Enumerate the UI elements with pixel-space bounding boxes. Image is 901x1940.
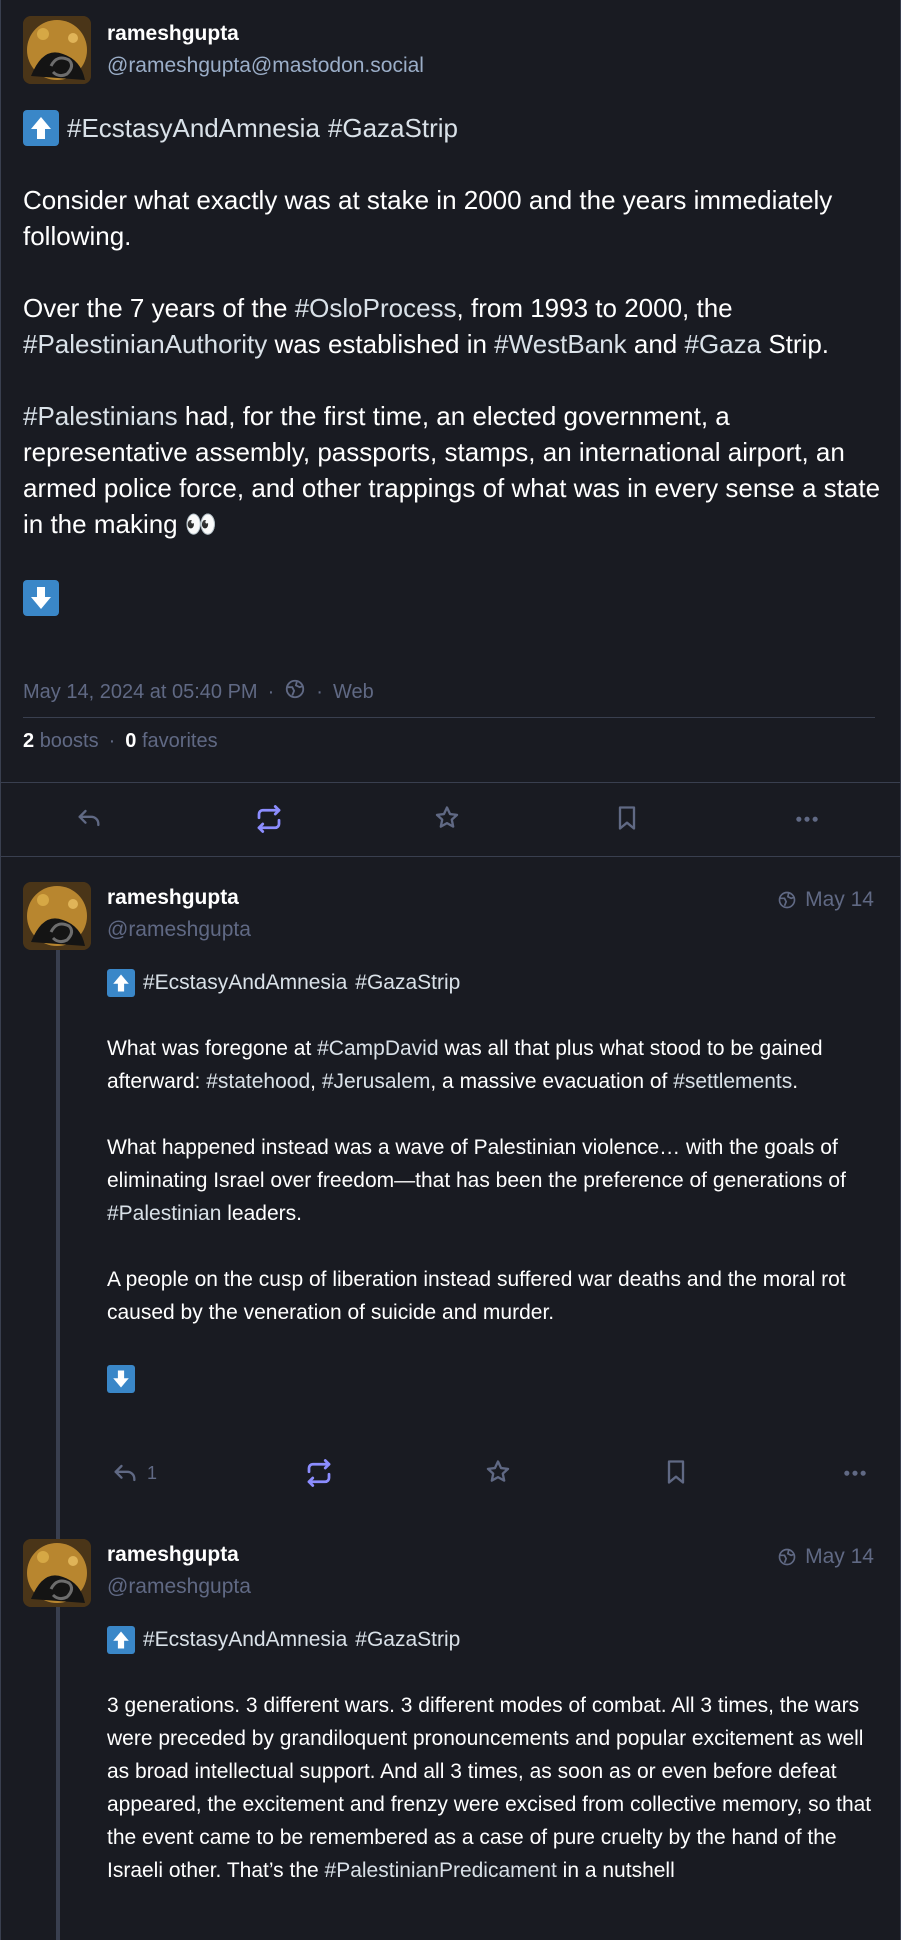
paragraph: #Palestinians had, for the first time, a… (23, 401, 881, 539)
tags-line: #EcstasyAndAmnesia #GazaStrip (23, 110, 883, 146)
separator: · (108, 730, 116, 752)
avatar[interactable] (23, 1539, 91, 1607)
more-button[interactable] (841, 1458, 869, 1486)
reply-count: 1 (147, 1462, 158, 1483)
status-content: #EcstasyAndAmnesia #GazaStrip What was f… (107, 966, 877, 1428)
paragraph: Over the 7 years of the #OsloProcess, fr… (23, 293, 830, 359)
boost-icon (257, 805, 281, 833)
hashtag-link[interactable]: #EcstasyAndAmnesia (143, 1623, 347, 1656)
favorite-button[interactable] (484, 1458, 512, 1486)
more-button[interactable] (793, 804, 821, 832)
hashtag-link[interactable]: #GazaStrip (355, 966, 460, 999)
hashtag-link[interactable]: #Gaza (684, 329, 761, 359)
arrow-down-emoji (107, 1365, 135, 1394)
reply-button[interactable]: 1 (111, 1458, 157, 1488)
hashtag-link[interactable]: #statehood (206, 1070, 310, 1093)
hashtag-link[interactable]: #GazaStrip (328, 110, 458, 146)
hashtag-link[interactable]: #Palestinians (23, 401, 178, 431)
status-content: #EcstasyAndAmnesia #GazaStrip Consider w… (23, 110, 883, 652)
display-name[interactable]: rameshgupta (107, 886, 239, 910)
bookmark-button[interactable] (662, 1458, 690, 1486)
globe-icon (778, 1548, 796, 1566)
paragraph: 3 generations. 3 different wars. 3 diffe… (107, 1694, 872, 1882)
arrow-down-emoji (23, 580, 59, 617)
status-meta: May 14, 2024 at 05:40 PM · · Web (23, 678, 374, 706)
application-name: Web (332, 680, 374, 703)
status-stats: 2 boosts · 0 favorites (23, 730, 218, 753)
boost-button[interactable] (304, 1458, 334, 1488)
bookmark-icon (667, 1460, 685, 1484)
hashtag-link[interactable]: #settlements (673, 1070, 792, 1093)
star-icon (486, 1460, 510, 1482)
status-thread-page: rameshgupta @rameshgupta@mastodon.social… (0, 0, 901, 1940)
paragraph: What was foregone at #CampDavid was all … (107, 1037, 823, 1093)
more-icon (844, 1470, 866, 1476)
divider (23, 717, 875, 718)
star-icon (435, 806, 459, 828)
favorites-link[interactable]: 0 favorites (125, 730, 217, 753)
account-handle[interactable]: @rameshgupta (107, 1575, 251, 1599)
hashtag-link[interactable]: #Palestinian (107, 1202, 221, 1225)
tags-line: #EcstasyAndAmnesia #GazaStrip (107, 966, 877, 999)
boost-icon (307, 1459, 331, 1487)
account-handle[interactable]: @rameshgupta (107, 918, 251, 942)
arrow-up-emoji (107, 1625, 135, 1654)
boost-button[interactable] (254, 804, 284, 834)
hashtag-link[interactable]: #PalestinianPredicament (325, 1859, 557, 1882)
status-time[interactable]: May 14 (777, 888, 874, 912)
divider (1, 856, 900, 857)
hashtag-link[interactable]: #CampDavid (317, 1037, 438, 1060)
hashtag-link[interactable]: #PalestinianAuthority (23, 329, 267, 359)
action-bar (1, 782, 900, 856)
more-icon (796, 816, 818, 822)
reply-status: rameshgupta @rameshgupta May 14 #Ecstasy… (1, 880, 900, 1487)
hashtag-link[interactable]: #EcstasyAndAmnesia (143, 966, 347, 999)
tags-line: #EcstasyAndAmnesia #GazaStrip (107, 1623, 877, 1656)
bookmark-button[interactable] (613, 804, 641, 832)
arrow-down-line (107, 1362, 877, 1395)
hashtag-link[interactable]: #WestBank (494, 329, 626, 359)
paragraph: What happened instead was a wave of Pale… (107, 1136, 846, 1225)
arrow-up-emoji (107, 968, 135, 997)
timestamp[interactable]: May 14, 2024 at 05:40 PM (23, 681, 258, 704)
display-name[interactable]: rameshgupta (107, 22, 239, 46)
arrow-down-line (23, 578, 883, 617)
avatar[interactable] (23, 16, 91, 84)
paragraph: Consider what exactly was at stake in 20… (23, 185, 833, 251)
paragraph: A people on the cusp of liberation inste… (107, 1268, 846, 1324)
reply-button[interactable] (75, 804, 103, 832)
account-handle[interactable]: @rameshgupta@mastodon.social (107, 54, 424, 78)
favorite-button[interactable] (433, 804, 461, 832)
display-name[interactable]: rameshgupta (107, 1543, 239, 1567)
reply-icon (114, 1464, 136, 1482)
globe-icon (778, 891, 796, 909)
reply-icon (78, 809, 100, 827)
boosts-link[interactable]: 2 boosts (23, 730, 99, 753)
reply-status: rameshgupta @rameshgupta May 14 #Ecstasy… (1, 1537, 900, 1940)
status-time[interactable]: May 14 (777, 1545, 874, 1569)
hashtag-link[interactable]: #GazaStrip (355, 1623, 460, 1656)
bookmark-icon (618, 806, 636, 830)
separator: · (267, 680, 275, 703)
hashtag-link[interactable]: #Jerusalem (322, 1070, 431, 1093)
arrow-up-emoji (23, 110, 59, 146)
separator: · (316, 680, 323, 703)
hashtag-link[interactable]: #EcstasyAndAmnesia (67, 110, 320, 146)
avatar[interactable] (23, 882, 91, 950)
hashtag-link[interactable]: #OsloProcess (295, 293, 457, 323)
status-content: #EcstasyAndAmnesia #GazaStrip 3 generati… (107, 1623, 877, 1920)
globe-icon (284, 678, 306, 706)
